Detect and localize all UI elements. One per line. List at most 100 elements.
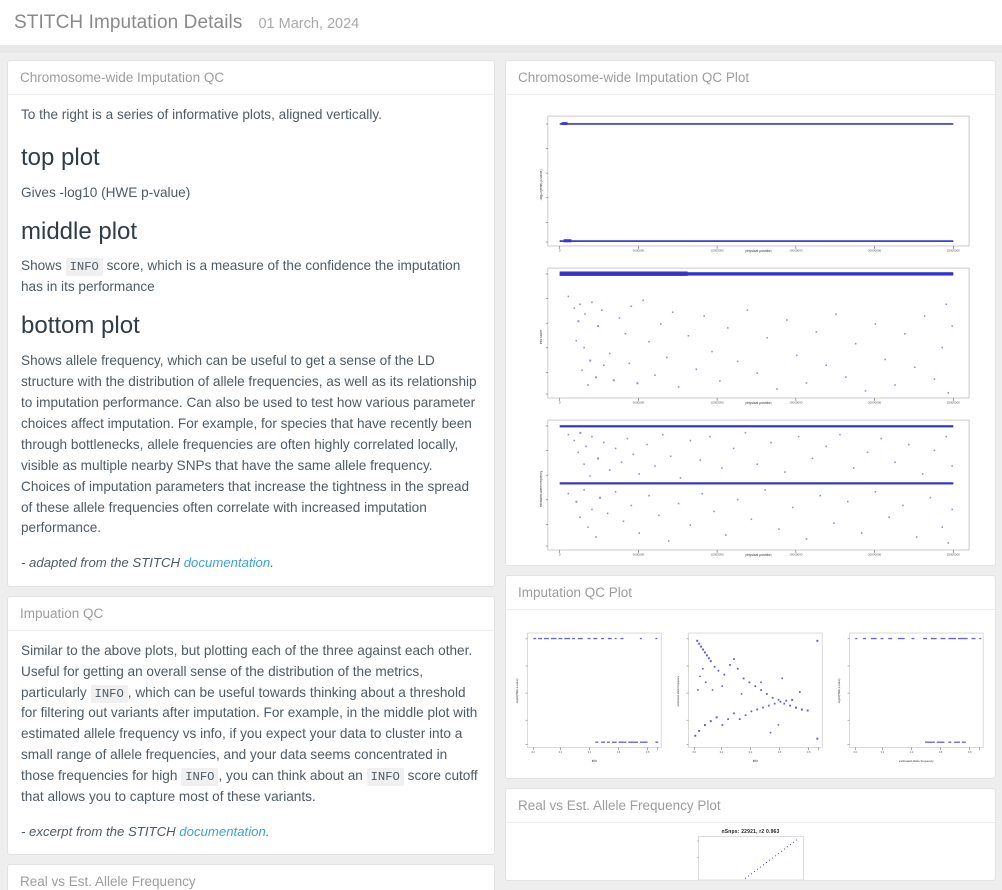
svg-text:estimated allele frequency: estimated allele frequency [676, 675, 680, 706]
real-vs-est-scatter-svg [696, 836, 804, 880]
header-divider [0, 45, 1002, 53]
content-grid: Chromosome-wide Imputation QC To the rig… [0, 53, 1002, 890]
intro-paragraph: To the right is a series of informative … [21, 107, 382, 122]
svg-text:0.0: 0.0 [532, 751, 536, 754]
imp-text-3: , you can think about an [218, 768, 367, 784]
imputation-qc-paragraph: Similar to the above plots, but plotting… [21, 641, 481, 808]
page-date: 01 March, 2024 [258, 15, 360, 32]
svg-text:-log10(HWE p-value): -log10(HWE p-value) [837, 678, 841, 703]
svg-text:15000000: 15000000 [789, 248, 802, 252]
svg-text:15000000: 15000000 [789, 400, 802, 404]
card-body-chromosome-wide-imputation-qc: To the right is a series of informative … [8, 95, 494, 586]
svg-text:physical position: physical position [746, 249, 772, 253]
svg-text:-log10(HWE p-value): -log10(HWE p-value) [515, 678, 519, 703]
heading-bottom-plot: bottom plot [21, 312, 140, 340]
svg-text:20000000: 20000000 [868, 248, 881, 252]
svg-text:0.8: 0.8 [646, 751, 650, 754]
svg-text:15000000: 15000000 [789, 552, 802, 556]
card-real-vs-est-allele-frequency-plot: Real vs Est. Allele Frequency Plot nSnps… [505, 788, 996, 881]
svg-text:5000000: 5000000 [633, 552, 645, 556]
svg-text:5000000: 5000000 [633, 248, 645, 252]
credit-excerpt-from-stitch: - excerpt from the STITCH documentation. [21, 822, 481, 842]
card-imputation-qc: Impuation QC Similar to the above plots,… [7, 595, 495, 856]
hwe-plot-svg: -log10(HWE p-value) physical position 0 5… [540, 115, 970, 253]
svg-text:5000000: 5000000 [633, 400, 645, 404]
svg-text:0: 0 [559, 248, 561, 252]
plot-af-vs-info: estimated allele frequency info 0.0 0.2 0.… [676, 632, 823, 763]
svg-text:0.8: 0.8 [807, 751, 811, 754]
svg-text:0.2: 0.2 [720, 751, 724, 754]
svg-text:0.6: 0.6 [778, 751, 782, 754]
svg-text:10000000: 10000000 [711, 248, 724, 252]
svg-text:0.4: 0.4 [588, 751, 592, 754]
svg-text:estimated allele frequency: estimated allele frequency [899, 759, 934, 763]
middle-plot-text-prefix: Shows [21, 258, 66, 274]
svg-text:0.4: 0.4 [910, 751, 914, 754]
paragraph-top-plot: Gives -log10 (HWE p-value) [21, 183, 481, 204]
paragraph-bottom-plot: Shows allele frequency, which can be use… [21, 353, 477, 536]
heading-middle-plot: middle plot [21, 217, 138, 245]
svg-text:25000000: 25000000 [947, 248, 960, 252]
credit-adapted-from-stitch: - adapted from the STITCH documentation. [21, 553, 481, 573]
svg-text:info score: info score [540, 330, 543, 345]
credit-suffix: . [270, 555, 274, 571]
plot-stack-chromosome-wide: -log10(HWE p-value) physical position 0 5… [506, 95, 995, 565]
svg-text:0.0: 0.0 [693, 751, 697, 754]
credit-prefix: - adapted from the STITCH [21, 555, 184, 571]
right-column: Chromosome-wide Imputation QC Plot -log1… [501, 53, 1002, 890]
svg-text:0: 0 [559, 552, 561, 556]
plot-allele-frequency: estimated allele frequency physical posi… [540, 417, 977, 557]
svg-text:25000000: 25000000 [947, 552, 960, 556]
svg-text:-log10(HWE p-value): -log10(HWE p-value) [540, 169, 543, 200]
svg-text:0.2: 0.2 [559, 751, 563, 754]
svg-text:10000000: 10000000 [711, 400, 724, 404]
card-chromosome-wide-imputation-qc: Chromosome-wide Imputation QC To the rig… [7, 60, 495, 587]
card-header-imputation-qc-plot: Imputation QC Plot [506, 576, 995, 610]
card-header-chromosome-wide-imputation-qc: Chromosome-wide Imputation QC [8, 61, 494, 95]
card-real-vs-est-allele-frequency: Real vs Est. Allele Frequency Scatter pl… [7, 864, 495, 890]
page-title: STITCH Imputation Details [14, 11, 243, 33]
svg-text:0.2: 0.2 [881, 751, 885, 754]
card-header-real-vs-est-allele-frequency: Real vs Est. Allele Frequency [8, 865, 494, 890]
plot-hwe-pvalue: -log10(HWE p-value) physical position 0 5… [540, 113, 977, 253]
top-plot-text: Gives -log10 (HWE p-value) [21, 184, 191, 200]
svg-text:20000000: 20000000 [868, 552, 881, 556]
credit-suffix: . [265, 824, 270, 840]
af-plot-svg: estimated allele frequency physical posi… [540, 419, 970, 557]
card-chromosome-wide-imputation-qc-plot: Chromosome-wide Imputation QC Plot -log1… [505, 60, 996, 566]
svg-text:physical position: physical position [746, 401, 772, 405]
svg-text:0.6: 0.6 [939, 751, 943, 754]
documentation-link[interactable]: documentation [184, 555, 271, 570]
documentation-link[interactable]: documentation [179, 824, 266, 839]
svg-text:physical position: physical position [746, 553, 772, 557]
info-code-chip: INFO [181, 768, 219, 787]
card-body-imputation-qc: Similar to the above plots, but plotting… [8, 631, 494, 855]
svg-text:0.6: 0.6 [617, 751, 621, 754]
info-plot-svg: info score physical position 0 5000000 10… [540, 267, 970, 405]
card-header-chromosome-wide-imputation-qc-plot: Chromosome-wide Imputation QC Plot [506, 61, 995, 95]
svg-text:info: info [592, 759, 597, 763]
card-header-imputation-qc: Impuation QC [8, 596, 494, 631]
svg-text:0: 0 [559, 400, 561, 404]
info-code-chip: INFO [65, 258, 103, 277]
plot-info-score: info score physical position 0 5000000 10… [540, 265, 977, 405]
svg-text:info: info [753, 759, 758, 763]
svg-text:10000000: 10000000 [711, 552, 724, 556]
plot-hwe-vs-af: -log10(HWE p-value) estimated allele fre… [837, 632, 984, 763]
svg-text:0.4: 0.4 [749, 751, 753, 754]
left-column: Chromosome-wide Imputation QC To the rig… [0, 53, 501, 890]
svg-text:20000000: 20000000 [868, 400, 881, 404]
plot-real-vs-est: nSnps: 22921, r2 0.963 [506, 823, 995, 880]
svg-text:0.8: 0.8 [968, 751, 972, 754]
info-code-chip: INFO [366, 768, 404, 787]
plot-triple-imputation-qc: -log10(HWE p-value) info 0.0 0.2 0.4 0.6 0.… [506, 610, 995, 778]
card-imputation-qc-plot: Imputation QC Plot -log10(HWE p-value) i… [505, 575, 996, 779]
info-code-chip: INFO [90, 684, 128, 703]
svg-text:estimated allele frequency: estimated allele frequency [540, 470, 543, 507]
page-header: STITCH Imputation Details 01 March, 2024 [0, 0, 1002, 45]
svg-text:0.0: 0.0 [854, 751, 858, 754]
heading-top-plot: top plot [21, 143, 100, 171]
svg-text:25000000: 25000000 [947, 400, 960, 404]
plot-hwe-vs-info: -log10(HWE p-value) info 0.0 0.2 0.4 0.6 0.… [515, 632, 662, 763]
paragraph-middle-plot: Shows INFO score, which is a measure of … [21, 256, 481, 298]
